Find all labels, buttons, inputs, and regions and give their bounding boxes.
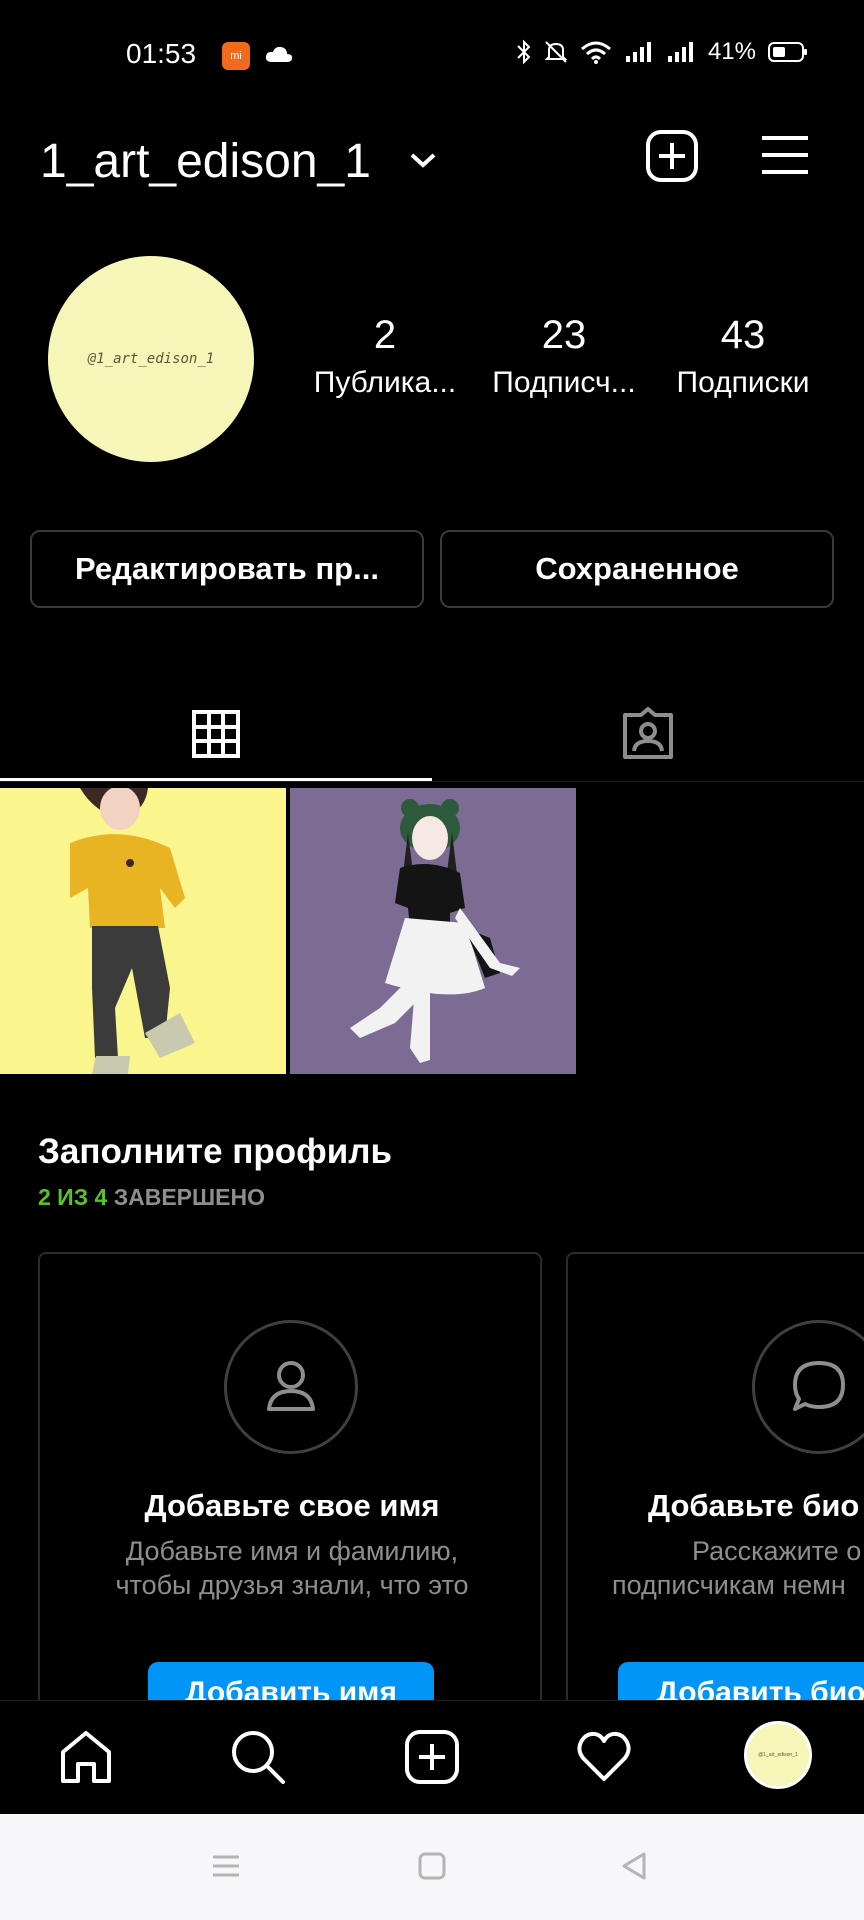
- card-description-line-1: Расскажите о: [692, 1536, 862, 1566]
- back-icon[interactable]: [618, 1850, 650, 1882]
- tab-divider: [0, 781, 864, 782]
- complete-profile-title: Заполните профиль: [38, 1132, 393, 1171]
- complete-profile-progress: 2 ИЗ 4 ЗАВЕРШЕНО: [38, 1184, 265, 1211]
- stat-following[interactable]: 43 Подписки: [658, 310, 828, 406]
- stat-followers-count: 23: [541, 313, 587, 357]
- home-icon: [61, 1731, 111, 1783]
- stat-followers[interactable]: 23 Подписч...: [479, 310, 649, 406]
- home-button-icon[interactable]: [416, 1850, 448, 1882]
- stat-posts-label: Публика...: [313, 366, 457, 399]
- system-navigation-bar: [0, 1814, 864, 1920]
- post-thumbnail-1[interactable]: [0, 788, 286, 1074]
- card-add-bio: Добавьте био Расскажите о подписчикам не…: [566, 1252, 864, 1712]
- speech-bubble-icon: [793, 1361, 845, 1411]
- status-icons: 41%: [516, 38, 808, 66]
- card-add-name: Добавьте свое имя Добавьте имя и фамилию…: [38, 1252, 542, 1712]
- bottom-navigation: @1_art_edison_1: [0, 1700, 864, 1814]
- status-bar: 01:53 mi 41%: [0, 0, 864, 110]
- mi-app-icon: mi: [222, 42, 250, 70]
- username[interactable]: 1_art_edison_1: [40, 134, 371, 189]
- wifi-icon: [580, 41, 611, 64]
- card-description-line-2: чтобы друзья знали, что это: [115, 1570, 469, 1600]
- card-description: Добавьте имя и фамилию, чтобы друзья зна…: [40, 1534, 540, 1602]
- person-outline-icon: [267, 1361, 315, 1411]
- avatar-text: @1_art_edison_1: [87, 351, 215, 367]
- create-post-icon[interactable]: [644, 128, 700, 184]
- grid-icon: [192, 710, 240, 758]
- heart-icon: [577, 1731, 631, 1781]
- battery-icon: [768, 42, 807, 62]
- saved-button[interactable]: Сохраненное: [440, 530, 834, 608]
- post-thumbnail-2[interactable]: [290, 788, 576, 1074]
- post-artwork-girl-frog-hat: [290, 788, 576, 1074]
- edit-profile-button[interactable]: Редактировать пр...: [30, 530, 424, 608]
- card-icon-circle: [224, 1320, 358, 1454]
- stat-following-count: 43: [720, 313, 766, 357]
- bell-muted-icon: [544, 41, 568, 63]
- nav-search[interactable]: [226, 1725, 290, 1789]
- card-description: Расскажите о подписчикам немн: [612, 1534, 861, 1602]
- nav-home[interactable]: [54, 1725, 118, 1789]
- post-artwork-girl-hoodie: [0, 788, 286, 1074]
- status-time: 01:53: [126, 38, 197, 69]
- battery-percent: 41%: [707, 38, 756, 65]
- menu-icon[interactable]: [760, 134, 810, 176]
- nav-avatar-text: @1_art_edison_1: [758, 1752, 798, 1758]
- signal-icon-2: [667, 42, 693, 62]
- stat-posts[interactable]: 2 Публика...: [300, 310, 470, 406]
- cloud-icon: [265, 46, 293, 62]
- profile-header: 1_art_edison_1: [0, 120, 864, 200]
- progress-rest: ЗАВЕРШЕНО: [113, 1184, 265, 1210]
- search-icon: [232, 1731, 285, 1784]
- stat-posts-count: 2: [373, 313, 397, 357]
- card-description-line-2: подписчикам немн: [612, 1570, 846, 1600]
- bluetooth-icon: [517, 39, 531, 65]
- nav-create[interactable]: [400, 1725, 464, 1789]
- card-icon-circle: [752, 1320, 864, 1454]
- tagged-person-icon: [623, 707, 673, 759]
- create-icon: [405, 1730, 459, 1784]
- stat-followers-label: Подписч...: [492, 366, 636, 399]
- tab-tagged[interactable]: [432, 686, 864, 782]
- card-title: Добавьте био: [648, 1488, 860, 1523]
- profile-avatar[interactable]: @1_art_edison_1: [48, 256, 254, 462]
- nav-profile-avatar[interactable]: @1_art_edison_1: [744, 1721, 812, 1789]
- progress-done: 2 ИЗ 4: [38, 1184, 108, 1210]
- card-description-line-1: Добавьте имя и фамилию,: [125, 1536, 459, 1566]
- recent-apps-icon[interactable]: [210, 1850, 242, 1882]
- stat-following-label: Подписки: [676, 366, 810, 399]
- signal-icon: [625, 42, 651, 62]
- card-title: Добавьте свое имя: [144, 1488, 440, 1523]
- nav-activity[interactable]: [572, 1725, 636, 1789]
- tab-grid[interactable]: [0, 686, 432, 782]
- chevron-down-icon[interactable]: [408, 150, 438, 170]
